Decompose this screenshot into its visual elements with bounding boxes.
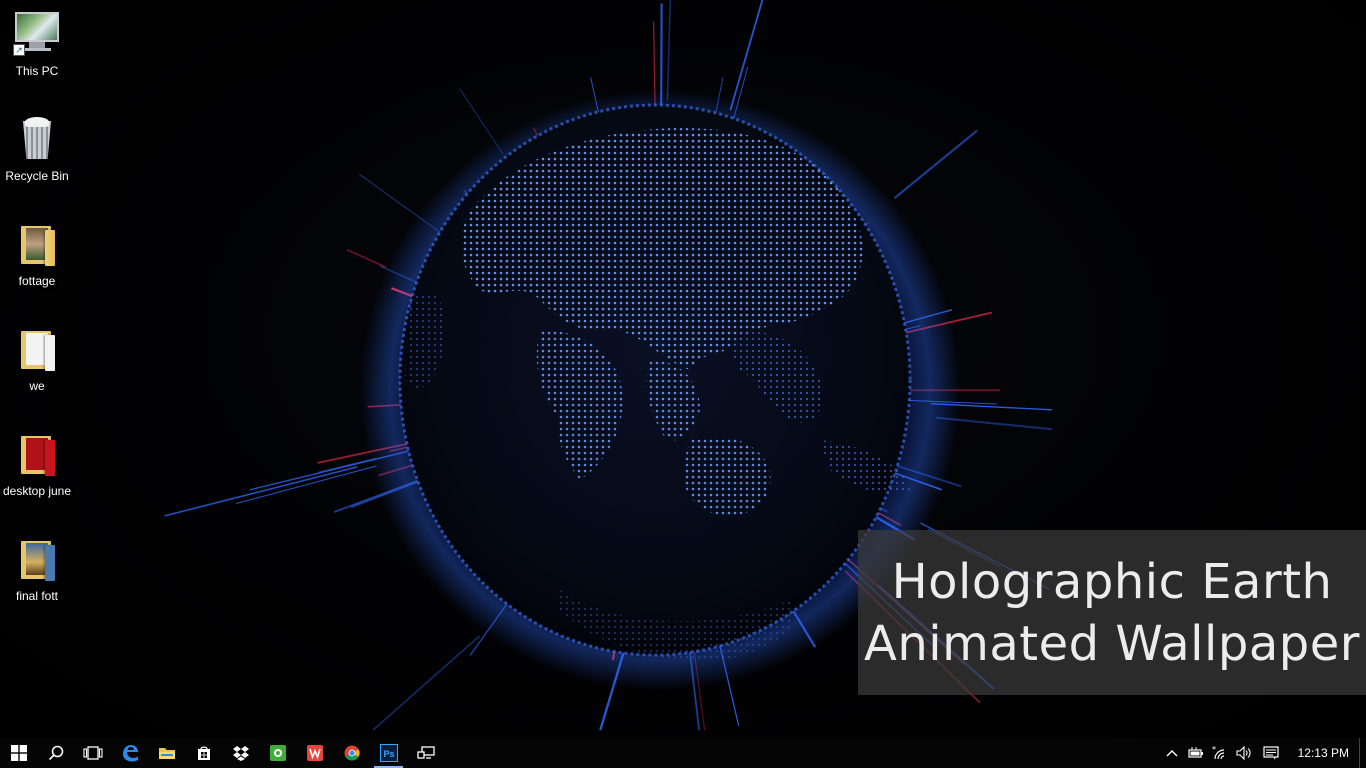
taskbar: Ps * 12:13 PM [0,738,1366,768]
folder-icon [13,430,61,478]
this-pc-icon: ↗ [13,10,61,58]
action-center-icon [1263,746,1279,760]
light-streak [372,635,481,731]
desktop-icon-we[interactable]: we [0,317,74,413]
connect-icon [416,746,435,759]
desktop-icon-final-fott[interactable]: final fott [0,527,74,623]
green-app-icon [269,745,286,761]
battery-plug-icon [1188,747,1203,758]
dropbox-icon [232,746,249,761]
desktop-icon-label: This PC [15,64,59,78]
taskbar-photoshop[interactable]: Ps [370,738,407,768]
light-streak [729,0,764,111]
speaker-icon [1236,746,1251,760]
desktop-icon-recycle-bin[interactable]: Recycle Bin [0,107,74,203]
taskbar-store[interactable] [185,738,222,768]
wallpaper-caption: Holographic Earth Animated Wallpaper [858,530,1366,695]
network-button[interactable]: * [1208,738,1232,768]
folder-icon [13,220,61,268]
caption-line-1: Holographic Earth [891,553,1333,610]
taskbar-connect[interactable] [407,738,444,768]
volume-button[interactable] [1232,738,1256,768]
folder-icon [13,325,61,373]
store-icon [197,746,210,760]
show-hidden-icons-button[interactable] [1160,738,1184,768]
light-streak [893,129,978,199]
svg-text:*: * [1212,746,1216,754]
desktop[interactable]: ↗ This PC Recycle Bin fottage we desktop… [0,0,1366,738]
search-icon [48,745,63,761]
start-button[interactable] [0,738,37,768]
taskbar-edge[interactable] [111,738,148,768]
caption-line-2: Animated Wallpaper [864,615,1360,672]
desktop-icon-label: final fott [15,589,59,603]
taskbar-chrome[interactable] [333,738,370,768]
desktop-icon-label: we [29,379,45,393]
recycle-bin-icon [13,115,61,163]
desktop-icon-fottage[interactable]: fottage [0,212,74,308]
light-streak [236,465,377,504]
light-streak [346,248,387,269]
photoshop-label: Ps [383,749,394,759]
clock[interactable]: 12:13 PM [1286,746,1359,760]
windows-logo-icon [10,745,27,761]
chevron-up-icon [1166,750,1178,757]
taskbar-wps[interactable] [296,738,333,768]
wifi-icon: * [1212,746,1224,760]
chrome-icon [344,745,360,761]
light-streak [164,466,358,517]
action-center-button[interactable] [1256,738,1286,768]
desktop-icon-label: desktop june [2,484,72,498]
show-desktop-button[interactable] [1359,738,1366,768]
task-view-icon [82,746,103,760]
folder-icon [13,535,61,583]
search-button[interactable] [37,738,74,768]
taskbar-file-explorer[interactable] [148,738,185,768]
taskbar-dropbox[interactable] [222,738,259,768]
battery-button[interactable] [1184,738,1208,768]
wps-icon [306,745,323,761]
desktop-icon-this-pc[interactable]: ↗ This PC [0,2,74,98]
photoshop-icon: Ps [379,744,398,762]
desktop-icon-label: fottage [18,274,56,288]
taskbar-green-app[interactable] [259,738,296,768]
system-tray: * 12:13 PM [1160,738,1366,768]
folder-icon [158,748,175,759]
edge-icon [122,745,138,762]
task-view-button[interactable] [74,738,111,768]
desktop-icon-desktop-june[interactable]: desktop june [0,422,74,518]
light-streak [666,0,672,101]
desktop-icon-label: Recycle Bin [5,169,69,183]
